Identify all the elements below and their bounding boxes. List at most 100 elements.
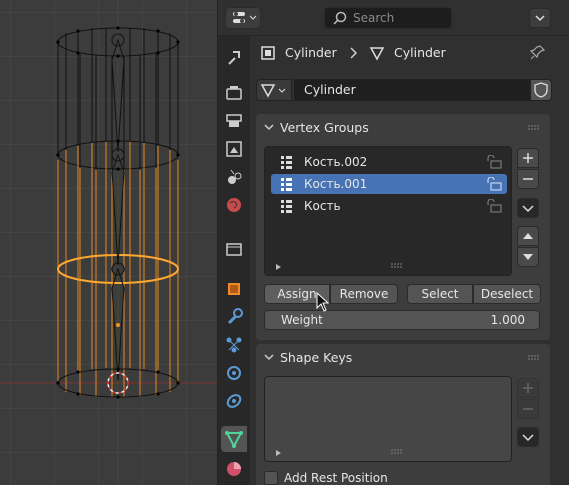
properties-content: Cylinder Cylinder Cylinder Vertex Groups… <box>251 36 569 485</box>
plus-icon <box>523 383 533 393</box>
breadcrumb-data: Cylinder <box>394 45 446 60</box>
tab-object[interactable] <box>221 276 247 302</box>
move-down-button[interactable] <box>517 247 539 267</box>
search-input[interactable]: Search <box>324 7 452 29</box>
panel-title: Shape Keys <box>280 350 353 365</box>
deselect-button[interactable]: Deselect <box>473 284 541 304</box>
chevron-down-icon <box>522 205 534 213</box>
world-icon <box>227 198 241 212</box>
chevron-down-icon <box>264 354 274 361</box>
select-button[interactable]: Select <box>407 284 473 304</box>
constraints-icon <box>226 394 242 408</box>
chevron-down-icon <box>535 15 545 22</box>
tab-collection[interactable] <box>221 236 247 262</box>
collection-icon <box>226 243 242 256</box>
view-layer-icon <box>226 141 242 157</box>
tab-tool[interactable] <box>221 44 247 70</box>
tab-data[interactable] <box>221 426 247 452</box>
options-dropdown-button[interactable] <box>529 8 551 28</box>
wrench-icon <box>227 308 243 325</box>
mouse-cursor-icon <box>316 292 330 312</box>
unlock-icon[interactable] <box>485 199 503 213</box>
add-rest-position-checkbox[interactable] <box>264 471 278 485</box>
tab-particles[interactable] <box>221 332 247 358</box>
shape-keys-header[interactable]: Shape Keys <box>256 344 550 370</box>
breadcrumb-object: Cylinder <box>285 45 337 60</box>
tab-scene[interactable] <box>221 164 247 190</box>
vertex-groups-header[interactable]: Vertex Groups <box>256 114 550 140</box>
tab-physics[interactable] <box>221 360 247 386</box>
cylinder-mesh <box>0 0 218 485</box>
tab-view-layer[interactable] <box>221 136 247 162</box>
minus-icon <box>523 408 533 410</box>
add-vertex-group-button[interactable] <box>517 148 539 168</box>
add-shape-key-button[interactable] <box>517 378 539 398</box>
search-placeholder: Search <box>353 11 395 25</box>
specials-menu-button[interactable] <box>517 198 539 218</box>
scene-icon <box>228 169 242 184</box>
vertex-group-icon <box>281 156 292 169</box>
list-item[interactable]: Кость <box>271 196 507 216</box>
3d-viewport[interactable] <box>0 0 218 485</box>
vertex-groups-panel: Vertex Groups Кость.002 Кость.001 Кость … <box>256 114 550 340</box>
chevron-right-icon <box>350 47 358 59</box>
datablock-name-field[interactable]: Cylinder <box>294 79 530 101</box>
chevron-down-icon <box>264 124 274 131</box>
remove-shape-key-button[interactable] <box>517 399 539 419</box>
tab-world[interactable] <box>221 192 247 218</box>
vertex-group-icon <box>281 200 292 213</box>
resize-handle-icon[interactable] <box>391 449 405 455</box>
mesh-data-icon <box>369 47 385 61</box>
panel-title: Vertex Groups <box>280 120 369 135</box>
render-icon <box>226 86 242 100</box>
vertex-group-list: Кость.002 Кость.001 Кость <box>264 146 512 276</box>
drag-handle-icon[interactable] <box>528 355 540 361</box>
search-icon <box>333 11 347 25</box>
plus-icon <box>523 153 533 163</box>
editor-type-button[interactable] <box>225 7 261 29</box>
vertex-group-icon <box>281 178 292 191</box>
list-item[interactable]: Кость.001 <box>271 174 507 194</box>
properties-header: Search <box>218 0 569 36</box>
fake-user-button[interactable] <box>530 79 552 101</box>
tab-material[interactable] <box>221 456 247 482</box>
tab-modifiers[interactable] <box>221 304 247 330</box>
mesh-data-icon <box>225 431 243 449</box>
properties-editor-icon <box>233 12 257 23</box>
triangle-up-icon <box>523 233 533 239</box>
remove-button[interactable]: Remove <box>330 284 398 304</box>
mesh-datablock-selector: Cylinder <box>256 79 552 101</box>
add-rest-position-label: Add Rest Position <box>284 471 388 485</box>
weight-value: 1.000 <box>490 313 525 327</box>
vertex-group-name: Кость <box>304 199 341 213</box>
particles-icon <box>226 337 242 353</box>
tab-render[interactable] <box>221 80 247 106</box>
unlock-icon[interactable] <box>485 177 503 191</box>
shape-key-list <box>264 376 512 462</box>
mesh-data-icon <box>260 84 286 98</box>
object-icon <box>261 46 275 60</box>
physics-icon <box>227 366 241 380</box>
filter-expand-icon[interactable] <box>275 449 283 457</box>
tab-output[interactable] <box>221 108 247 134</box>
resize-handle-icon[interactable] <box>391 263 405 269</box>
list-item[interactable]: Кость.002 <box>271 152 507 172</box>
properties-editor: Search Cylinder Cylinder Cylinder Vertex… <box>217 0 569 485</box>
unlock-icon[interactable] <box>485 155 503 169</box>
vertex-group-name: Кость.001 <box>304 177 368 191</box>
breadcrumb: Cylinder Cylinder <box>251 36 569 70</box>
pin-icon[interactable] <box>530 44 546 60</box>
filter-expand-icon[interactable] <box>275 263 283 271</box>
tab-constraints[interactable] <box>221 388 247 414</box>
material-icon <box>227 462 241 476</box>
move-up-button[interactable] <box>517 226 539 246</box>
shape-key-specials-button[interactable] <box>517 427 539 447</box>
tool-icon <box>228 51 240 65</box>
weight-slider[interactable]: Weight 1.000 <box>264 310 540 330</box>
datablock-browse-button[interactable] <box>256 79 292 101</box>
remove-vertex-group-button[interactable] <box>517 169 539 189</box>
output-icon <box>226 114 242 127</box>
chevron-down-icon <box>522 434 534 442</box>
drag-handle-icon[interactable] <box>528 125 540 131</box>
minus-icon <box>523 178 533 180</box>
